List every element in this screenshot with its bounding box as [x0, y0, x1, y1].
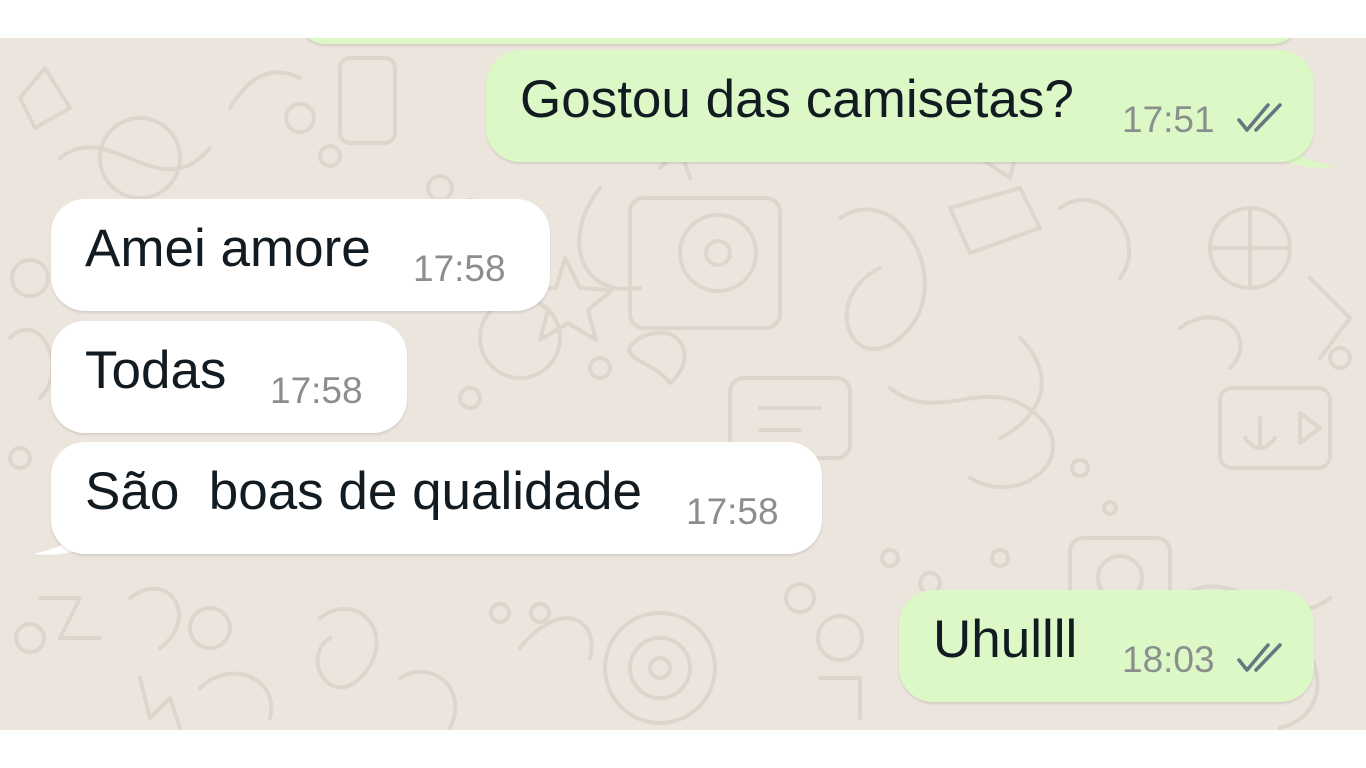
message-time: 17:58 — [686, 491, 779, 532]
double-check-icon — [1237, 103, 1282, 132]
message-bubble-outgoing[interactable]: Uhullll 18:03 — [899, 590, 1314, 702]
double-check-icon — [1237, 643, 1282, 672]
message-time: 17:51 — [1122, 99, 1215, 140]
message-time: 17:58 — [270, 370, 363, 411]
chat-area[interactable]: Gostou das camisetas? 17:51 Amei amore 1… — [0, 38, 1366, 730]
message-time: 18:03 — [1122, 639, 1215, 680]
message-text: Gostou das camisetas? — [520, 70, 1074, 129]
message-text: Amei amore — [85, 219, 371, 278]
message-bubble-incoming[interactable]: São boas de qualidade 17:58 — [51, 442, 822, 554]
message-bubble-incoming[interactable]: Todas 17:58 — [51, 321, 407, 433]
message-text: Uhullll — [933, 610, 1078, 669]
message-time: 17:58 — [413, 248, 506, 289]
message-text: Todas — [85, 341, 227, 400]
message-text: São boas de qualidade — [85, 462, 642, 521]
message-bubble-incoming[interactable]: Amei amore 17:58 — [51, 199, 550, 311]
previous-message-bubble — [296, 38, 1302, 44]
message-bubble-outgoing[interactable]: Gostou das camisetas? 17:51 — [486, 50, 1314, 162]
